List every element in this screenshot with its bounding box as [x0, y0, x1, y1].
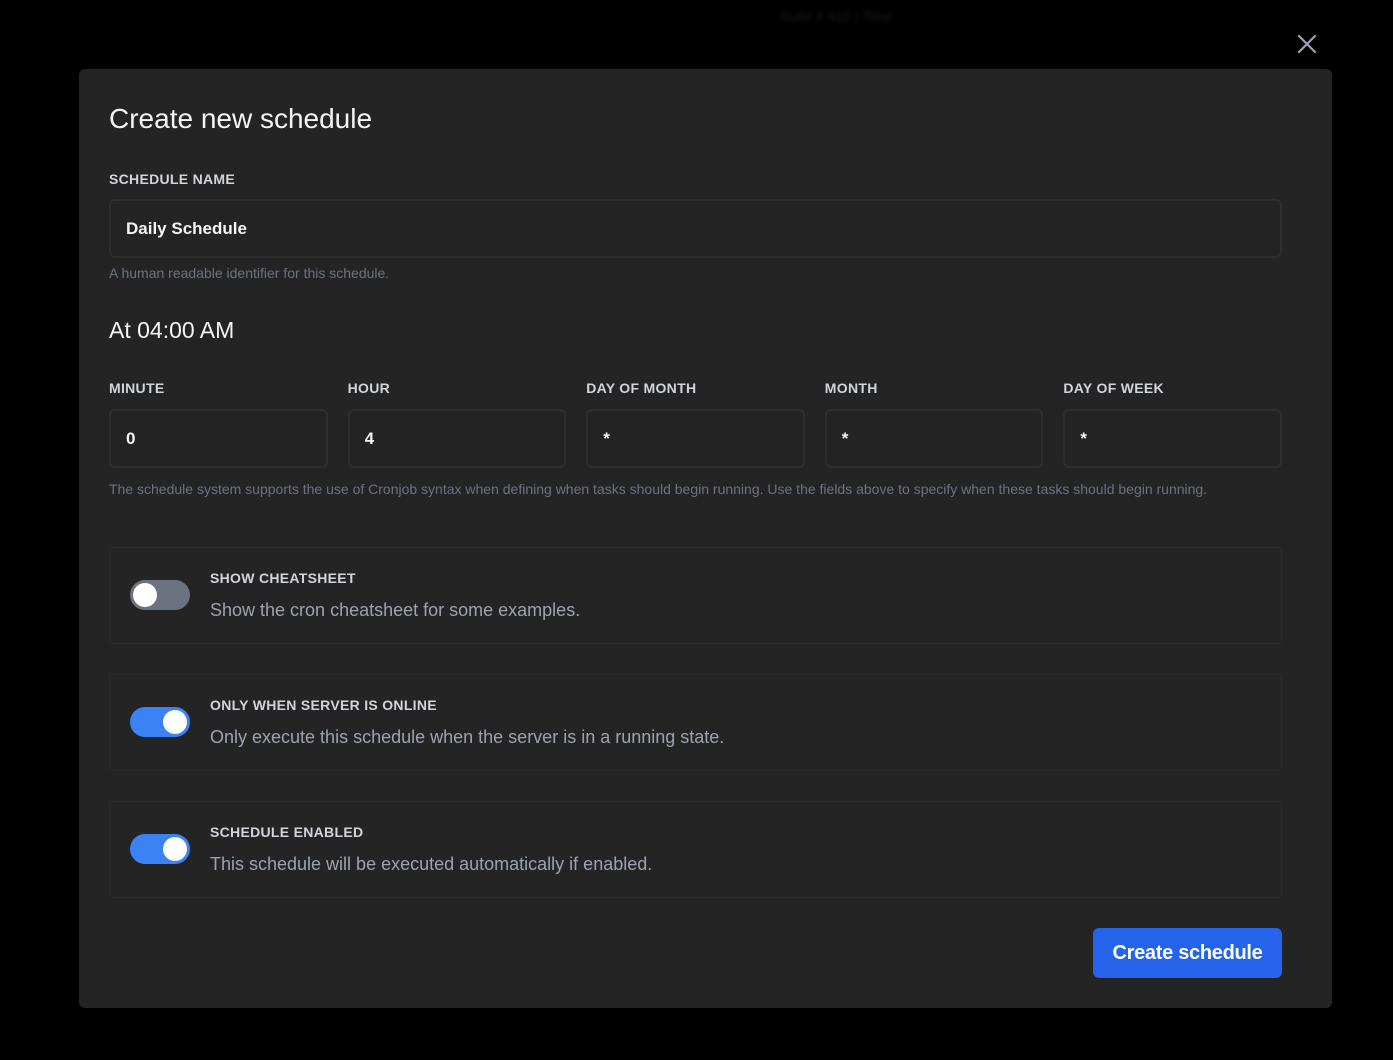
- cron-field-hour: HOUR: [347, 380, 567, 468]
- minute-input[interactable]: [109, 409, 328, 468]
- create-schedule-modal: Create new schedule SCHEDULE NAME A huma…: [79, 69, 1332, 1008]
- only-when-online-title: ONLY WHEN SERVER IS ONLINE: [210, 697, 437, 713]
- show-cheatsheet-title: SHOW CHEATSHEET: [210, 570, 356, 586]
- day-of-week-label: DAY OF WEEK: [1063, 380, 1164, 396]
- day-of-month-input[interactable]: [586, 409, 805, 468]
- toggle-knob: [163, 837, 187, 861]
- day-of-week-input[interactable]: [1063, 409, 1282, 468]
- month-label: MONTH: [824, 380, 878, 396]
- background-page-text: Suite # 410 | Time: [780, 8, 893, 24]
- create-schedule-button[interactable]: Create schedule: [1093, 928, 1282, 978]
- toggle-row-schedule-enabled: SCHEDULE ENABLED This schedule will be e…: [109, 801, 1282, 898]
- schedule-time-summary: At 04:00 AM: [109, 317, 235, 343]
- modal-title: Create new schedule: [109, 103, 373, 134]
- schedule-enabled-description: This schedule will be executed automatic…: [210, 854, 653, 874]
- hour-label: HOUR: [347, 380, 391, 396]
- cron-fields: MINUTE HOUR DAY OF MONTH MONTH DAY OF WE…: [109, 380, 1282, 468]
- close-button[interactable]: [1293, 30, 1321, 58]
- show-cheatsheet-description: Show the cron cheatsheet for some exampl…: [210, 600, 581, 620]
- month-input[interactable]: [824, 409, 1044, 468]
- toggle-knob: [163, 710, 187, 734]
- schedule-name-input[interactable]: [109, 199, 1282, 258]
- cron-field-day-of-week: DAY OF WEEK: [1063, 380, 1282, 468]
- schedule-name-hint: A human readable identifier for this sch…: [109, 265, 390, 281]
- toggle-row-show-cheatsheet: SHOW CHEATSHEET Show the cron cheatsheet…: [109, 547, 1282, 644]
- cron-field-month: MONTH: [824, 380, 1044, 468]
- only-when-online-description: Only execute this schedule when the serv…: [210, 727, 725, 747]
- cron-syntax-hint: The schedule system supports the use of …: [109, 481, 1208, 497]
- schedule-enabled-title: SCHEDULE ENABLED: [210, 824, 364, 840]
- cron-field-day-of-month: DAY OF MONTH: [586, 380, 805, 468]
- show-cheatsheet-toggle[interactable]: [130, 580, 190, 610]
- day-of-month-label: DAY OF MONTH: [586, 380, 697, 396]
- minute-label: MINUTE: [109, 380, 165, 396]
- schedule-enabled-toggle[interactable]: [130, 834, 190, 864]
- cron-field-minute: MINUTE: [109, 380, 328, 468]
- hour-input[interactable]: [347, 409, 567, 468]
- close-icon: [1297, 34, 1317, 54]
- schedule-name-label: SCHEDULE NAME: [109, 171, 236, 187]
- toggle-row-only-when-online: ONLY WHEN SERVER IS ONLINE Only execute …: [109, 674, 1282, 771]
- only-when-online-toggle[interactable]: [130, 707, 190, 737]
- toggle-knob: [133, 583, 157, 607]
